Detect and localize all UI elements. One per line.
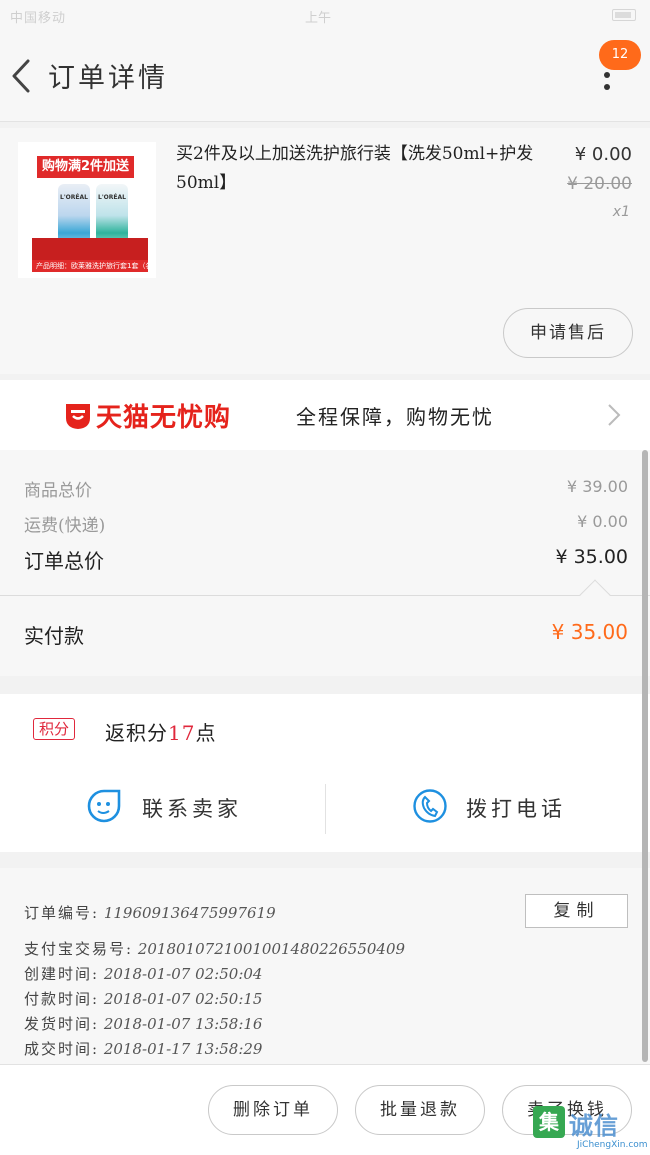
info-key: 付款时间: [24,990,100,1008]
product-quantity: x1 [612,204,630,220]
paid-time-row: 付款时间: 2018-01-07 02:50:15 [24,988,262,1009]
tmall-guarantee-banner[interactable]: 天猫无忧购 全程保障，购物无忧 [0,380,650,450]
product-section: 购物满2件加送 L'ORÉAL L'ORÉAL 产品明细：欧莱雅洗护旅行套1套（… [0,128,650,374]
carrier-label: 中国移动 [10,11,67,26]
divider [0,595,650,596]
battery-icon [612,9,636,21]
info-value: 2018-01-07 13:58:16 [103,1015,263,1033]
info-value: 2018010721001001480226550409 [137,940,406,958]
info-key: 创建时间: [24,965,100,983]
order-info: 订单编号: 119609136475997619 复制 支付宝交易号: 2018… [0,868,650,1064]
info-value: 2018-01-17 13:58:29 [103,1040,263,1058]
product-price: ¥ 0.00 [574,144,632,165]
watermark-url: JiChengXin.com [577,1140,648,1150]
info-value: 119609136475997619 [103,904,276,922]
contact-row: 联系卖家 拨打电话 [0,764,650,852]
points-suffix: 点 [195,721,217,745]
bottle-brand-label: L'ORÉAL [98,194,126,201]
points-count: 17 [168,721,196,745]
created-time-row: 创建时间: 2018-01-07 02:50:04 [24,963,262,984]
promo-detail: 产品明细：欧莱雅洗护旅行套1套（各50ML） [32,260,148,272]
phone-icon [413,789,447,823]
actual-paid-value: ¥ 35.00 [551,620,628,644]
product-image[interactable]: 购物满2件加送 L'ORÉAL L'ORÉAL 产品明细：欧莱雅洗护旅行套1套（… [18,142,156,278]
points-badge: 积分 [33,718,75,740]
price-summary: 商品总价 ¥ 39.00 运费(快递) ¥ 0.00 订单总价 ¥ 35.00 … [0,450,650,676]
contact-seller-label: 联系卖家 [142,797,242,821]
apply-aftersale-button[interactable]: 申请售后 [503,308,633,358]
call-phone-label: 拨打电话 [466,797,566,821]
more-dot [604,84,610,90]
completed-time-row: 成交时间: 2018-01-17 13:58:29 [24,1038,262,1059]
bottle-brand-label: L'ORÉAL [60,194,88,201]
order-number-row: 订单编号: 119609136475997619 [24,902,276,923]
page-title: 订单详情 [48,63,168,94]
tmall-brand: 天猫无忧购 [96,403,232,433]
order-total-value: ¥ 35.00 [555,546,628,568]
info-key: 支付宝交易号: [24,940,134,958]
header: 订单详情 12 [0,30,650,122]
info-value: 2018-01-07 02:50:04 [103,965,263,983]
watermark-name: 诚信 [569,1112,619,1140]
delete-order-button[interactable]: 删除订单 [208,1085,338,1135]
copy-button[interactable]: 复制 [525,894,628,928]
contact-seller-button[interactable]: 联系卖家 [86,776,286,840]
message-count-badge: 12 [599,40,641,70]
status-bar: 中国移动 上午 [0,0,650,30]
points-text: 返积分17点 [105,717,216,746]
site-watermark: 集 诚信 JiChengXin.com [533,1106,648,1152]
watermark-logo: 集 [533,1106,565,1138]
points-row: 积分 返积分17点 [0,694,650,764]
goods-total-value: ¥ 39.00 [566,477,628,496]
actual-paid-label: 实付款 [24,624,84,648]
chat-face-icon [87,789,121,823]
back-arrow-icon[interactable] [8,58,38,94]
info-value: 2018-01-07 02:50:15 [103,990,263,1008]
points-prefix: 返积分 [105,721,168,745]
product-title[interactable]: 买2件及以上加送洗护旅行装【洗发50ml+护发50ml】 [176,140,561,198]
tmall-logo-icon [66,404,90,429]
status-time: 上午 [305,11,332,26]
divider-notch [579,579,611,611]
chevron-right-icon [608,404,621,426]
info-key: 订单编号: [24,904,100,922]
order-total-label: 订单总价 [24,549,104,573]
shelf [32,238,148,260]
product-original-price: ¥ 20.00 [567,174,632,194]
shipping-label: 运费(快递) [24,516,106,536]
scrollbar[interactable] [642,450,648,1062]
contact-separator [325,784,326,834]
shipping-value: ¥ 0.00 [577,512,628,531]
more-dot [604,72,610,78]
promo-banner: 购物满2件加送 [37,156,134,178]
batch-refund-button[interactable]: 批量退款 [355,1085,485,1135]
shipped-time-row: 发货时间: 2018-01-07 13:58:16 [24,1013,262,1034]
call-phone-button[interactable]: 拨打电话 [412,776,612,840]
tmall-slogan: 全程保障，购物无忧 [296,405,494,429]
info-key: 成交时间: [24,1040,100,1058]
goods-total-label: 商品总价 [24,481,92,501]
info-key: 发货时间: [24,1015,100,1033]
more-menu-icon[interactable] [590,70,624,100]
alipay-trade-row: 支付宝交易号: 2018010721001001480226550409 [24,938,405,959]
